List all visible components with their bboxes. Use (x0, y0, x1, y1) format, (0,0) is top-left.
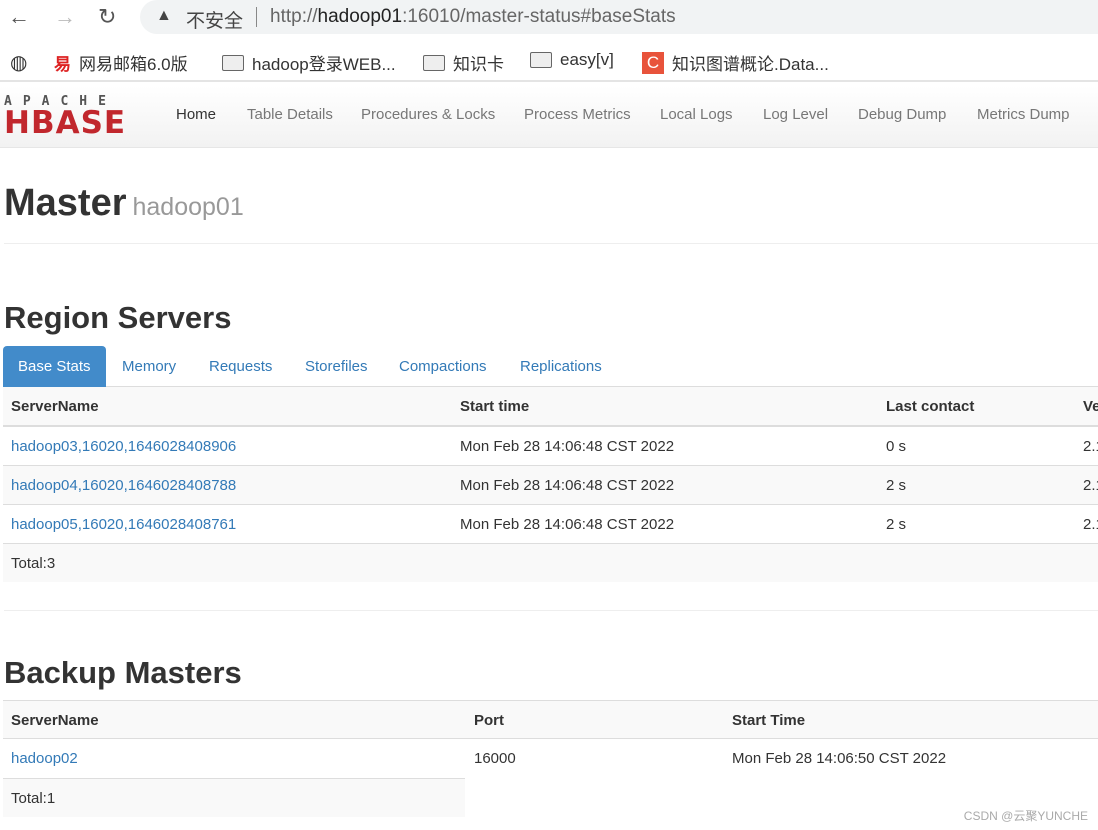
netease-icon: 易 (54, 55, 71, 74)
forward-icon[interactable]: → (54, 4, 76, 30)
folder-icon (530, 52, 552, 68)
divider (256, 7, 257, 27)
version: 2.1 (1083, 516, 1098, 533)
version: 2.1 (1083, 438, 1098, 455)
tab-base-stats[interactable]: Base Stats (3, 346, 106, 387)
table-row: hadoop04,16020,1646028408788 Mon Feb 28 … (3, 465, 1098, 504)
backup-masters-table: ServerName Port Start Time hadoop02 1600… (3, 700, 1098, 817)
column-header: Start time (460, 398, 530, 415)
server-link[interactable]: hadoop02 (11, 750, 78, 767)
tab-requests[interactable]: Requests (194, 346, 287, 387)
nav-debug-dump[interactable]: Debug Dump (858, 106, 946, 123)
hbase-logo[interactable]: APACHE HBASE (4, 94, 126, 139)
divider (4, 243, 1098, 244)
bookmark-item[interactable]: 知识卡 (423, 50, 504, 75)
table-header: ServerName Port Start Time (3, 700, 1098, 739)
table-row: hadoop05,16020,1646028408761 Mon Feb 28 … (3, 504, 1098, 543)
column-header: Last contact (886, 398, 975, 415)
warning-icon: ▲ (156, 7, 172, 24)
nav-local-logs[interactable]: Local Logs (660, 106, 733, 123)
column-header: ServerName (11, 398, 99, 415)
nav-log-level[interactable]: Log Level (763, 106, 828, 123)
tab-compactions[interactable]: Compactions (384, 346, 502, 387)
total-count: Total:1 (11, 790, 56, 807)
page-title: Master hadoop01 (4, 182, 244, 224)
column-header: Start Time (732, 712, 806, 729)
server-link[interactable]: hadoop05,16020,1646028408761 (11, 516, 236, 533)
csdn-icon: C (642, 51, 664, 74)
column-header: Ve (1083, 398, 1098, 415)
last-contact: 0 s (886, 438, 907, 455)
url-text: http://hadoop01:16010/master-status#base… (270, 6, 676, 27)
tab-replications[interactable]: Replications (505, 346, 617, 387)
address-bar[interactable]: ▲ 不安全 http://hadoop01:16010/master-statu… (140, 0, 1098, 34)
start-time: Mon Feb 28 14:06:48 CST 2022 (460, 516, 675, 533)
table-row: hadoop02 16000 Mon Feb 28 14:06:50 CST 2… (3, 739, 1098, 778)
region-servers-table: ServerName Start time Last contact Ve ha… (3, 387, 1098, 582)
port: 16000 (474, 750, 516, 767)
server-link[interactable]: hadoop03,16020,1646028408906 (11, 438, 236, 455)
start-time: Mon Feb 28 14:06:48 CST 2022 (460, 438, 675, 455)
nav-table-details[interactable]: Table Details (247, 106, 333, 123)
table-header: ServerName Start time Last contact Ve (3, 387, 1098, 426)
nav-metrics-dump[interactable]: Metrics Dump (977, 106, 1070, 123)
column-header: ServerName (11, 712, 99, 729)
last-contact: 2 s (886, 516, 907, 533)
region-servers-heading: Region Servers (4, 300, 232, 335)
bookmark-item[interactable]: easy[v] (530, 50, 614, 70)
nav-process-metrics[interactable]: Process Metrics (524, 106, 631, 123)
nav-procedures-locks[interactable]: Procedures & Locks (361, 106, 495, 123)
start-time: Mon Feb 28 14:06:50 CST 2022 (732, 750, 947, 767)
nav-home[interactable]: Home (176, 106, 216, 123)
bookmark-item[interactable]: 易网易邮箱6.0版 (54, 50, 188, 75)
total-row: Total:3 (3, 543, 1098, 582)
start-time: Mon Feb 28 14:06:48 CST 2022 (460, 477, 675, 494)
folder-icon (423, 54, 445, 71)
total-count: Total:3 (11, 555, 56, 572)
navbar: APACHE HBASE Home Table Details Procedure… (0, 86, 1098, 148)
last-contact: 2 s (886, 477, 907, 494)
server-link[interactable]: hadoop04,16020,1646028408788 (11, 477, 236, 494)
backup-masters-heading: Backup Masters (4, 655, 242, 690)
insecure-label: 不安全 (186, 11, 244, 32)
back-icon[interactable]: ← (8, 4, 30, 30)
tab-storefiles[interactable]: Storefiles (290, 346, 383, 387)
tab-memory[interactable]: Memory (107, 346, 191, 387)
column-header: Port (474, 712, 504, 729)
reload-icon[interactable]: ↻ (98, 4, 116, 30)
bookmark-item[interactable]: C 知识图谱概论.Data... (642, 50, 829, 75)
table-row: hadoop03,16020,1646028408906 Mon Feb 28 … (3, 426, 1098, 465)
divider (4, 610, 1098, 611)
page-subtitle: hadoop01 (132, 193, 244, 221)
bookmarks-bar: ◍ 易网易邮箱6.0版 hadoop登录WEB... 知识卡 easy[v] C… (0, 40, 1098, 82)
globe-icon[interactable]: ◍ (10, 50, 27, 75)
region-server-tabs: Base Stats Memory Requests Storefiles Co… (3, 346, 1098, 387)
folder-icon (222, 54, 244, 71)
watermark: CSDN @云聚YUNCHE (963, 809, 1088, 823)
bookmark-item[interactable]: hadoop登录WEB... (222, 50, 396, 75)
browser-toolbar: ← → ↻ ▲ 不安全 http://hadoop01:16010/master… (0, 0, 1098, 36)
version: 2.1 (1083, 477, 1098, 494)
total-row: Total:1 (3, 778, 465, 817)
